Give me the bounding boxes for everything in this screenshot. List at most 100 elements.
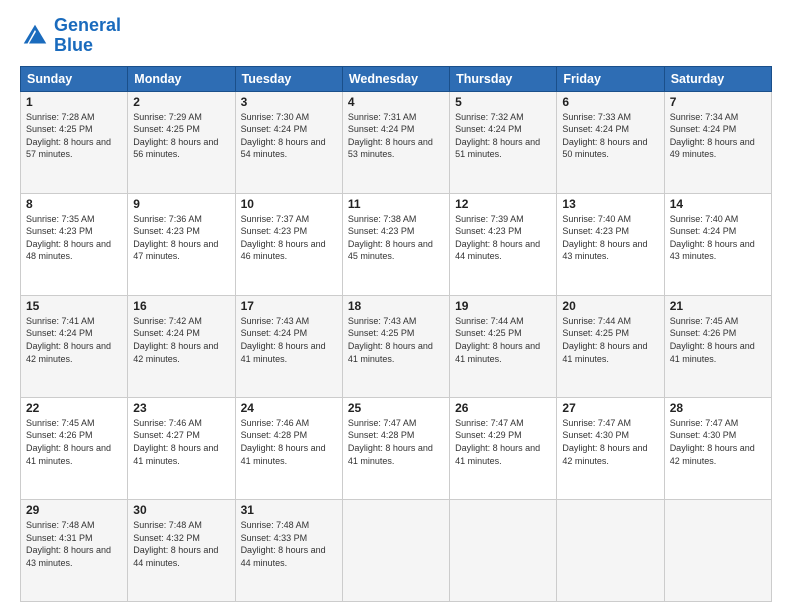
day-number: 22	[26, 401, 122, 415]
week-row-4: 22 Sunrise: 7:45 AMSunset: 4:26 PMDayligh…	[21, 397, 772, 499]
calendar-cell: 27Sunrise: 7:47 AMSunset: 4:30 PMDayligh…	[557, 397, 664, 499]
calendar-cell: 12Sunrise: 7:39 AMSunset: 4:23 PMDayligh…	[450, 193, 557, 295]
col-header-wednesday: Wednesday	[342, 66, 449, 91]
calendar-cell: 2Sunrise: 7:29 AMSunset: 4:25 PMDaylight…	[128, 91, 235, 193]
day-number: 1	[26, 95, 122, 109]
calendar-cell: 10 Sunrise: 7:37 AMSunset: 4:23 PMDayligh…	[235, 193, 342, 295]
header-row: SundayMondayTuesdayWednesdayThursdayFrid…	[21, 66, 772, 91]
calendar-cell: 21 Sunrise: 7:45 AMSunset: 4:26 PMDayligh…	[664, 295, 771, 397]
calendar-cell: 11 Sunrise: 7:38 AMSunset: 4:23 PMDayligh…	[342, 193, 449, 295]
calendar-cell: 6Sunrise: 7:33 AMSunset: 4:24 PMDaylight…	[557, 91, 664, 193]
day-info: Sunrise: 7:47 AMSunset: 4:28 PMDaylight:…	[348, 418, 433, 466]
week-row-2: 8 Sunrise: 7:35 AMSunset: 4:23 PMDaylight…	[21, 193, 772, 295]
col-header-thursday: Thursday	[450, 66, 557, 91]
col-header-saturday: Saturday	[664, 66, 771, 91]
calendar-cell: 5Sunrise: 7:32 AMSunset: 4:24 PMDaylight…	[450, 91, 557, 193]
day-number: 7	[670, 95, 766, 109]
day-number: 30	[133, 503, 229, 517]
day-info: Sunrise: 7:30 AMSunset: 4:24 PMDaylight:…	[241, 112, 326, 160]
day-number: 20	[562, 299, 658, 313]
logo-icon	[20, 21, 50, 51]
calendar-table: SundayMondayTuesdayWednesdayThursdayFrid…	[20, 66, 772, 602]
day-number: 27	[562, 401, 658, 415]
col-header-sunday: Sunday	[21, 66, 128, 91]
logo: General Blue	[20, 16, 121, 56]
calendar-cell: 3 Sunrise: 7:30 AMSunset: 4:24 PMDaylight…	[235, 91, 342, 193]
day-number: 13	[562, 197, 658, 211]
day-number: 8	[26, 197, 122, 211]
calendar-cell: 28 Sunrise: 7:47 AMSunset: 4:30 PMDayligh…	[664, 397, 771, 499]
day-info: Sunrise: 7:41 AMSunset: 4:24 PMDaylight:…	[26, 316, 111, 364]
day-info: Sunrise: 7:38 AMSunset: 4:23 PMDaylight:…	[348, 214, 433, 262]
calendar-cell: 8 Sunrise: 7:35 AMSunset: 4:23 PMDaylight…	[21, 193, 128, 295]
day-info: Sunrise: 7:31 AMSunset: 4:24 PMDaylight:…	[348, 112, 433, 160]
calendar-cell: 15 Sunrise: 7:41 AMSunset: 4:24 PMDayligh…	[21, 295, 128, 397]
day-info: Sunrise: 7:40 AMSunset: 4:24 PMDaylight:…	[670, 214, 755, 262]
calendar-cell: 19 Sunrise: 7:44 AMSunset: 4:25 PMDayligh…	[450, 295, 557, 397]
calendar-cell: 24 Sunrise: 7:46 AMSunset: 4:28 PMDayligh…	[235, 397, 342, 499]
calendar-cell	[557, 499, 664, 601]
day-number: 15	[26, 299, 122, 313]
day-info: Sunrise: 7:37 AMSunset: 4:23 PMDaylight:…	[241, 214, 326, 262]
week-row-3: 15 Sunrise: 7:41 AMSunset: 4:24 PMDayligh…	[21, 295, 772, 397]
calendar-cell: 26 Sunrise: 7:47 AMSunset: 4:29 PMDayligh…	[450, 397, 557, 499]
day-info: Sunrise: 7:29 AMSunset: 4:25 PMDaylight:…	[133, 112, 218, 160]
day-number: 19	[455, 299, 551, 313]
day-number: 3	[241, 95, 337, 109]
calendar-cell: 4 Sunrise: 7:31 AMSunset: 4:24 PMDaylight…	[342, 91, 449, 193]
calendar-cell	[342, 499, 449, 601]
day-number: 25	[348, 401, 444, 415]
day-info: Sunrise: 7:45 AMSunset: 4:26 PMDaylight:…	[670, 316, 755, 364]
day-number: 18	[348, 299, 444, 313]
calendar-cell: 7Sunrise: 7:34 AMSunset: 4:24 PMDaylight…	[664, 91, 771, 193]
calendar-cell	[450, 499, 557, 601]
day-info: Sunrise: 7:28 AMSunset: 4:25 PMDaylight:…	[26, 112, 111, 160]
day-info: Sunrise: 7:44 AMSunset: 4:25 PMDaylight:…	[455, 316, 540, 364]
calendar-cell: 25 Sunrise: 7:47 AMSunset: 4:28 PMDayligh…	[342, 397, 449, 499]
day-info: Sunrise: 7:39 AMSunset: 4:23 PMDaylight:…	[455, 214, 540, 262]
calendar-cell: 9Sunrise: 7:36 AMSunset: 4:23 PMDaylight…	[128, 193, 235, 295]
day-number: 26	[455, 401, 551, 415]
calendar-cell: 30 Sunrise: 7:48 AMSunset: 4:32 PMDayligh…	[128, 499, 235, 601]
day-info: Sunrise: 7:43 AMSunset: 4:25 PMDaylight:…	[348, 316, 433, 364]
day-info: Sunrise: 7:46 AMSunset: 4:27 PMDaylight:…	[133, 418, 218, 466]
day-info: Sunrise: 7:48 AMSunset: 4:32 PMDaylight:…	[133, 520, 218, 568]
day-number: 14	[670, 197, 766, 211]
col-header-friday: Friday	[557, 66, 664, 91]
day-info: Sunrise: 7:48 AMSunset: 4:33 PMDaylight:…	[241, 520, 326, 568]
page: General Blue SundayMondayTuesdayWednesda…	[0, 0, 792, 612]
day-info: Sunrise: 7:44 AMSunset: 4:25 PMDaylight:…	[562, 316, 647, 364]
day-info: Sunrise: 7:47 AMSunset: 4:29 PMDaylight:…	[455, 418, 540, 466]
day-number: 24	[241, 401, 337, 415]
calendar-cell: 20 Sunrise: 7:44 AMSunset: 4:25 PMDayligh…	[557, 295, 664, 397]
col-header-monday: Monday	[128, 66, 235, 91]
day-info: Sunrise: 7:47 AMSunset: 4:30 PMDaylight:…	[670, 418, 755, 466]
day-info: Sunrise: 7:42 AMSunset: 4:24 PMDaylight:…	[133, 316, 218, 364]
calendar-cell	[664, 499, 771, 601]
day-info: Sunrise: 7:40 AMSunset: 4:23 PMDaylight:…	[562, 214, 647, 262]
col-header-tuesday: Tuesday	[235, 66, 342, 91]
calendar-cell: 31Sunrise: 7:48 AMSunset: 4:33 PMDayligh…	[235, 499, 342, 601]
day-info: Sunrise: 7:45 AMSunset: 4:26 PMDaylight:…	[26, 418, 111, 466]
day-number: 10	[241, 197, 337, 211]
day-number: 17	[241, 299, 337, 313]
day-number: 9	[133, 197, 229, 211]
day-number: 28	[670, 401, 766, 415]
day-info: Sunrise: 7:48 AMSunset: 4:31 PMDaylight:…	[26, 520, 111, 568]
week-row-5: 29 Sunrise: 7:48 AMSunset: 4:31 PMDayligh…	[21, 499, 772, 601]
day-info: Sunrise: 7:33 AMSunset: 4:24 PMDaylight:…	[562, 112, 647, 160]
calendar-cell: 14 Sunrise: 7:40 AMSunset: 4:24 PMDayligh…	[664, 193, 771, 295]
day-info: Sunrise: 7:43 AMSunset: 4:24 PMDaylight:…	[241, 316, 326, 364]
day-number: 23	[133, 401, 229, 415]
calendar-cell: 29 Sunrise: 7:48 AMSunset: 4:31 PMDayligh…	[21, 499, 128, 601]
day-number: 21	[670, 299, 766, 313]
calendar-cell: 1 Sunrise: 7:28 AMSunset: 4:25 PMDaylight…	[21, 91, 128, 193]
calendar-cell: 17 Sunrise: 7:43 AMSunset: 4:24 PMDayligh…	[235, 295, 342, 397]
day-number: 29	[26, 503, 122, 517]
calendar-cell: 13 Sunrise: 7:40 AMSunset: 4:23 PMDayligh…	[557, 193, 664, 295]
day-info: Sunrise: 7:46 AMSunset: 4:28 PMDaylight:…	[241, 418, 326, 466]
day-number: 11	[348, 197, 444, 211]
logo-text: General Blue	[54, 16, 121, 56]
day-number: 4	[348, 95, 444, 109]
day-info: Sunrise: 7:35 AMSunset: 4:23 PMDaylight:…	[26, 214, 111, 262]
